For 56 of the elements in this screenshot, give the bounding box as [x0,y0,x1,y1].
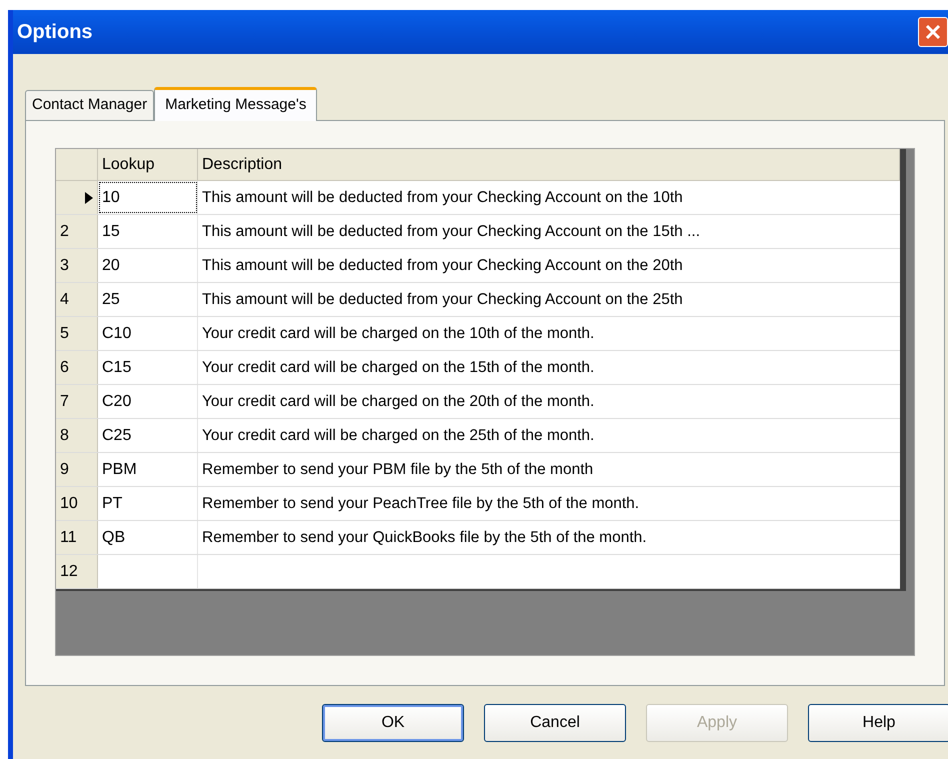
row-header[interactable]: 10 [56,487,98,520]
current-row-icon [85,192,93,204]
table-cell: C25 [98,419,198,452]
table-cell-text: Your credit card will be charged on the 15th of the month. [201,358,596,378]
close-icon [925,24,941,40]
table-cell: PBM [98,453,198,486]
table-cell-text: Your credit card will be charged on the 10th of the month. [201,324,596,344]
row-header[interactable]: 12 [56,555,98,588]
tab[interactable]: Marketing Message's [154,87,318,121]
table-cell-text: This amount will be deducted from your Checking Account on the 15th ... [201,222,701,242]
table-cell-text: Your credit card will be charged on the 25th of the month. [201,426,596,446]
table-cell: QB [98,521,198,554]
row-header[interactable]: 5 [56,317,98,350]
row-header[interactable]: 9 [56,453,98,486]
dialog-button[interactable]: OK [322,704,464,742]
table-cell: C10 [98,317,198,350]
row-header[interactable]: 3 [56,249,98,282]
table-cell: 10 [98,181,198,214]
row-number: 8 [59,426,70,446]
column-header[interactable]: Description [198,149,900,180]
table-cell: C20 [98,385,198,418]
tab[interactable]: Contact Manager [25,90,154,120]
dialog-button[interactable]: Cancel [484,704,626,742]
row-number: 2 [59,222,70,242]
row-header[interactable]: 7 [56,385,98,418]
row-header[interactable]: 4 [56,283,98,316]
row-number: 11 [59,528,78,548]
row-header[interactable]: 11 [56,521,98,554]
row-number: 5 [59,324,70,344]
dialog-button[interactable]: Help [808,704,948,742]
table-cell: 20 [98,249,198,282]
table-cell: 25 [98,283,198,316]
row-header[interactable]: 8 [56,419,98,452]
table-cell: PT [98,487,198,520]
close-button[interactable] [918,17,948,47]
row-number: 7 [59,392,70,412]
table-cell-text: This amount will be deducted from your Checking Account on the 10th [201,188,684,208]
table-cell: 15 [98,215,198,248]
window-title: Options [17,20,93,45]
table-cell-text: Your credit card will be charged on the 20th of the month. [201,392,596,412]
table-cell-text: Remember to send your PeachTree file by the 5th of the month. [201,494,640,514]
row-number: 12 [59,562,79,582]
table-cell-text: This amount will be deducted from your Checking Account on the 25th [201,290,684,310]
table-cell-text: Remember to send your PBM file by the 5th of the month [201,460,594,480]
row-number: 9 [59,460,70,480]
table-cell-text: This amount will be deducted from your Checking Account on the 20th [201,256,684,276]
row-header[interactable]: 2 [56,215,98,248]
row-number: 3 [59,256,70,276]
row-number: 4 [59,290,70,310]
table-cell: C15 [98,351,198,384]
row-number: 10 [59,494,79,514]
row-header[interactable]: 6 [56,351,98,384]
row-number: 6 [59,358,70,378]
row-header[interactable] [56,181,98,214]
column-header[interactable]: Lookup [98,149,198,180]
table-cell-text: Remember to send your QuickBooks file by the 5th of the month. [201,528,648,548]
